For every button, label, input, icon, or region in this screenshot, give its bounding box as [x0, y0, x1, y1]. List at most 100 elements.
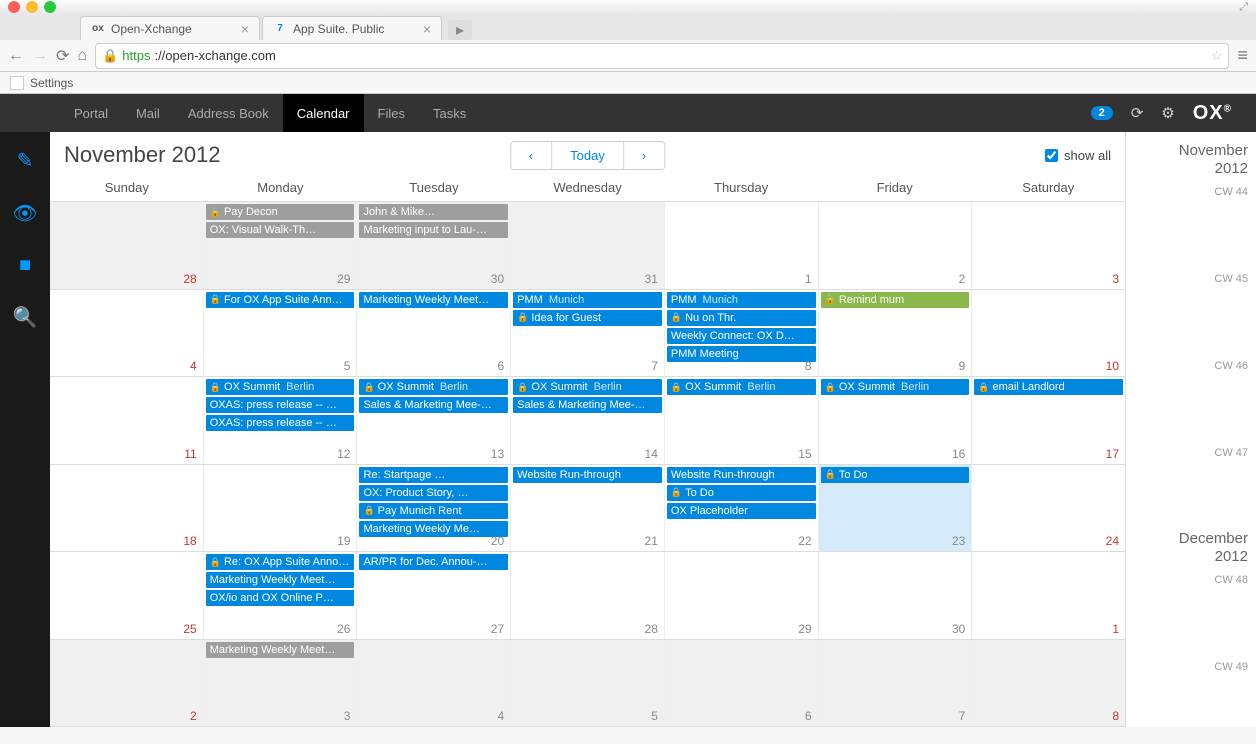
forward-button[interactable]: →	[32, 47, 48, 65]
calendar-event[interactable]: 🔒Remind mum	[821, 292, 970, 308]
calendar-event[interactable]: 🔒Pay Decon	[206, 204, 355, 220]
today-button[interactable]: Today	[552, 142, 624, 169]
day-cell[interactable]: 🔒email Landlord17	[972, 377, 1125, 464]
close-window-icon[interactable]	[8, 1, 20, 13]
calendar-event[interactable]: 🔒OX SummitBerlin	[821, 379, 970, 395]
day-cell[interactable]: 🔒For OX App Suite Ann…5	[204, 290, 358, 377]
show-all-checkbox[interactable]	[1045, 149, 1058, 162]
calendar-event[interactable]: Marketing input to Lau-…	[359, 222, 508, 238]
calendar-event[interactable]: Re: Startpage …	[359, 467, 508, 483]
bookmark-star-icon[interactable]: ☆	[1211, 48, 1223, 64]
day-cell[interactable]: 🔒OX SummitBerlinSales & Marketing Mee-…1…	[511, 377, 665, 464]
day-cell[interactable]: 🔒Remind mum9	[819, 290, 973, 377]
calendar-event[interactable]: 🔒For OX App Suite Ann…	[206, 292, 355, 308]
calendar-event[interactable]: PMM Meeting	[667, 346, 816, 362]
day-cell[interactable]: John & Mike…Marketing input to Lau-…30	[357, 202, 511, 289]
calendar-event[interactable]: 🔒Nu on Thr.	[667, 310, 816, 326]
calendar-event[interactable]: OX: Visual Walk-Th…	[206, 222, 355, 238]
minimize-window-icon[interactable]	[26, 1, 38, 13]
day-cell[interactable]: 19	[204, 465, 358, 552]
calendar-event[interactable]: OX/io and OX Online P…	[206, 590, 355, 606]
day-cell[interactable]: 6	[665, 640, 819, 727]
day-cell[interactable]: Marketing Weekly Meet…3	[204, 640, 358, 727]
calendar-event[interactable]: Marketing Weekly Me…	[359, 521, 508, 537]
day-cell[interactable]: 🔒OX SummitBerlin15	[665, 377, 819, 464]
day-cell[interactable]: 3	[972, 202, 1125, 289]
day-cell[interactable]: 1	[972, 552, 1125, 639]
tab-close-icon[interactable]: ×	[241, 21, 249, 37]
calendar-event[interactable]: 🔒OX SummitBerlin	[513, 379, 662, 395]
calendar-event[interactable]: Marketing Weekly Meet…	[206, 642, 355, 658]
calendar-event[interactable]: 🔒Idea for Guest	[513, 310, 662, 326]
search-icon[interactable]: 🔍	[13, 305, 38, 330]
calendar-event[interactable]: 🔒To Do	[821, 467, 970, 483]
fullscreen-icon[interactable]: ⤢	[1239, 1, 1248, 14]
day-cell[interactable]: 31	[511, 202, 665, 289]
edit-icon[interactable]: ✎	[17, 148, 34, 173]
day-cell[interactable]: 28	[50, 202, 204, 289]
calendar-event[interactable]: OX Placeholder	[667, 503, 816, 519]
calendar-event[interactable]: Website Run-through	[513, 467, 662, 483]
calendar-event[interactable]: 🔒email Landlord	[974, 379, 1123, 395]
calendar-event[interactable]: 🔒OX SummitBerlin	[359, 379, 508, 395]
prev-button[interactable]: ‹	[511, 142, 552, 169]
calendar-event[interactable]: AR/PR for Dec. Annou-…	[359, 554, 508, 570]
calendar-event[interactable]: Weekly Connect: OX D…	[667, 328, 816, 344]
calendar-event[interactable]: 🔒To Do	[667, 485, 816, 501]
day-cell[interactable]: 🔒Re: OX App Suite Anno… Marketing Weekly …	[204, 552, 358, 639]
calendar-event[interactable]: OXAS: press release -- …	[206, 415, 355, 431]
calendar-event[interactable]: 🔒Re: OX App Suite Anno…	[206, 554, 355, 570]
calendar-event[interactable]: Marketing Weekly Meet…	[206, 572, 355, 588]
day-cell[interactable]: Website Run-through🔒To DoOX Placeholder2…	[665, 465, 819, 552]
day-cell[interactable]: 10	[972, 290, 1125, 377]
day-cell[interactable]: 5	[511, 640, 665, 727]
calendar-event[interactable]: Marketing Weekly Meet…	[359, 292, 508, 308]
nav-item-files[interactable]: Files	[364, 94, 419, 132]
day-cell[interactable]: 🔒To Do23	[819, 465, 973, 552]
day-cell[interactable]: AR/PR for Dec. Annou-…27	[357, 552, 511, 639]
calendar-event[interactable]: PMMMunich	[667, 292, 816, 308]
refresh-icon[interactable]: ⟳	[1131, 104, 1144, 122]
show-all-toggle[interactable]: show all	[1045, 148, 1111, 163]
nav-item-tasks[interactable]: Tasks	[419, 94, 480, 132]
day-cell[interactable]: 🔒Pay DeconOX: Visual Walk-Th…29	[204, 202, 358, 289]
day-cell[interactable]: 1	[665, 202, 819, 289]
day-cell[interactable]: Marketing Weekly Meet…6	[357, 290, 511, 377]
day-cell[interactable]: 11	[50, 377, 204, 464]
calendar-event[interactable]: 🔒Pay Munich Rent	[359, 503, 508, 519]
next-button[interactable]: ›	[624, 142, 664, 169]
day-cell[interactable]: 4	[357, 640, 511, 727]
day-cell[interactable]: PMMMunich🔒Idea for Guest7	[511, 290, 665, 377]
browser-menu-icon[interactable]: ≡	[1237, 45, 1248, 66]
day-cell[interactable]: 18	[50, 465, 204, 552]
nav-item-portal[interactable]: Portal	[60, 94, 122, 132]
back-button[interactable]: ←	[8, 47, 24, 65]
browser-tab[interactable]: ox Open-Xchange ×	[80, 16, 260, 40]
maximize-window-icon[interactable]	[44, 1, 56, 13]
day-cell[interactable]: 🔒OX SummitBerlin OXAS: press release -- ……	[204, 377, 358, 464]
calendar-event[interactable]: Website Run-through	[667, 467, 816, 483]
calendar-event[interactable]: OXAS: press release -- …	[206, 397, 355, 413]
nav-item-address-book[interactable]: Address Book	[174, 94, 283, 132]
nav-item-mail[interactable]: Mail	[122, 94, 174, 132]
day-cell[interactable]: 25	[50, 552, 204, 639]
calendar-event[interactable]: OX: Product Story, …	[359, 485, 508, 501]
home-button[interactable]: ⌂	[77, 47, 87, 65]
calendar-event[interactable]: Sales & Marketing Mee-…	[359, 397, 508, 413]
day-cell[interactable]: 28	[511, 552, 665, 639]
day-cell[interactable]: 🔒OX SummitBerlin16	[819, 377, 973, 464]
day-cell[interactable]: 2	[50, 640, 204, 727]
tab-close-icon[interactable]: ×	[423, 21, 431, 37]
day-cell[interactable]: Re: Startpage … OX: Product Story, … 🔒Pay …	[357, 465, 511, 552]
folder-icon[interactable]: ■	[19, 254, 31, 277]
calendar-event[interactable]: PMMMunich	[513, 292, 662, 308]
gear-icon[interactable]: ⚙	[1161, 104, 1174, 122]
calendar-event[interactable]: 🔒OX SummitBerlin	[206, 379, 355, 395]
day-cell[interactable]: PMMMunich 🔒Nu on Thr. Weekly Connect: OX D…	[665, 290, 819, 377]
calendar-event[interactable]: John & Mike…	[359, 204, 508, 220]
day-cell[interactable]: Website Run-through21	[511, 465, 665, 552]
day-cell[interactable]: 29	[665, 552, 819, 639]
calendar-event[interactable]: 🔒OX SummitBerlin	[667, 379, 816, 395]
calendar-event[interactable]: Sales & Marketing Mee-…	[513, 397, 662, 413]
notification-badge[interactable]: 2	[1091, 106, 1113, 120]
